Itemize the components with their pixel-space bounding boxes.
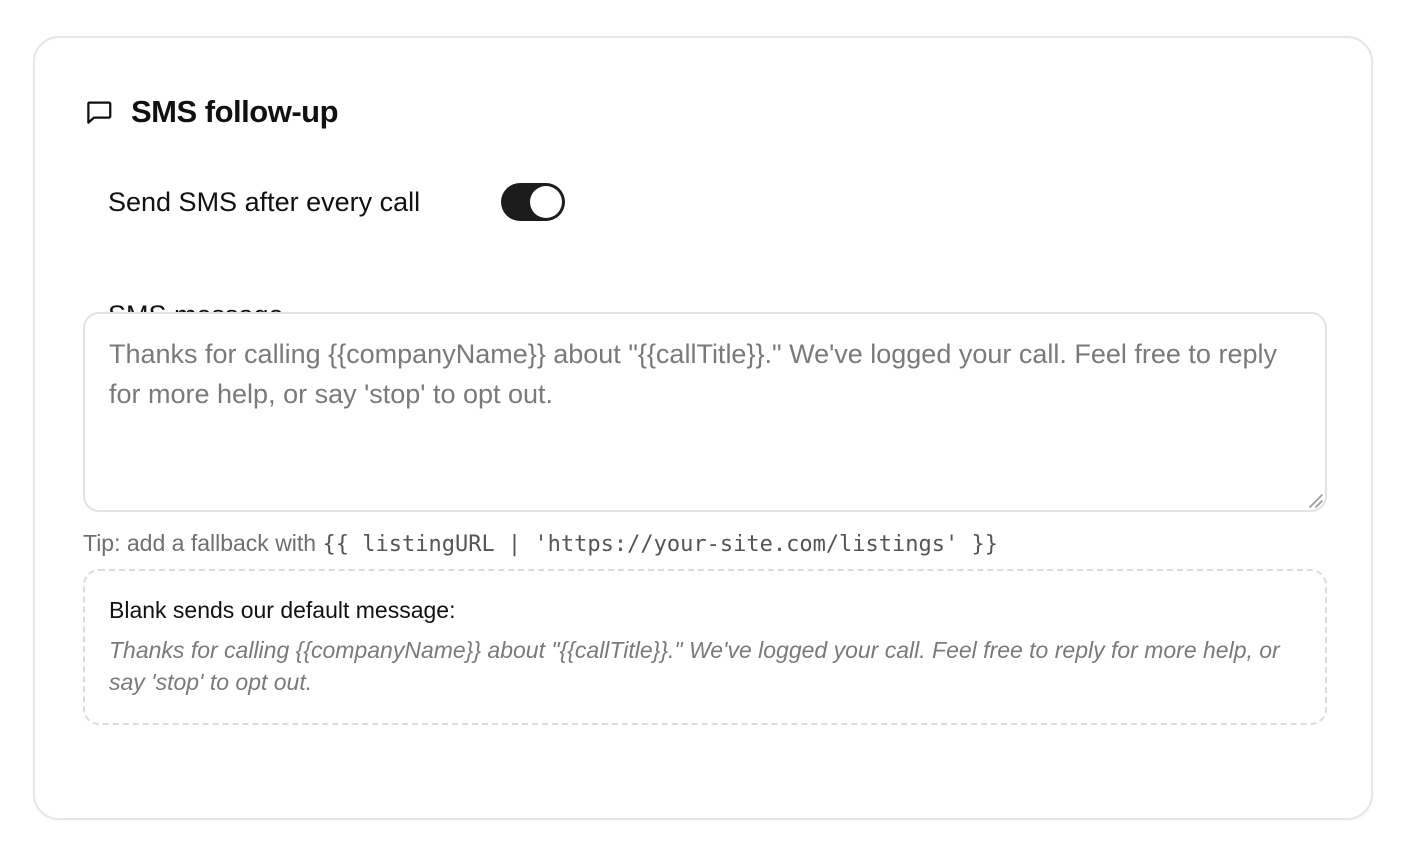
sms-message-textarea[interactable] bbox=[83, 312, 1327, 512]
resize-handle-icon[interactable] bbox=[1307, 492, 1323, 508]
sms-follow-up-card: SMS follow-up Send SMS after every call … bbox=[33, 36, 1373, 820]
default-message-heading: Blank sends our default message: bbox=[109, 597, 456, 623]
send-sms-toggle-row: Send SMS after every call bbox=[108, 182, 565, 222]
section-title: SMS follow-up bbox=[131, 94, 339, 129]
send-sms-toggle-label: Send SMS after every call bbox=[108, 186, 421, 217]
default-message-box: Blank sends our default message: Thanks … bbox=[83, 569, 1327, 725]
section-header: SMS follow-up bbox=[83, 92, 339, 132]
tip-code: {{ listingURL | 'https://your-site.com/l… bbox=[322, 532, 999, 557]
tip-text: Tip: add a fallback with bbox=[83, 530, 317, 556]
message-square-icon bbox=[83, 96, 115, 128]
toggle-knob bbox=[530, 186, 562, 218]
fallback-tip: Tip: add a fallback with {{ listingURL |… bbox=[83, 530, 998, 557]
default-message-text: Thanks for calling {{companyName}} about… bbox=[109, 637, 1280, 695]
send-sms-toggle[interactable] bbox=[501, 183, 565, 221]
